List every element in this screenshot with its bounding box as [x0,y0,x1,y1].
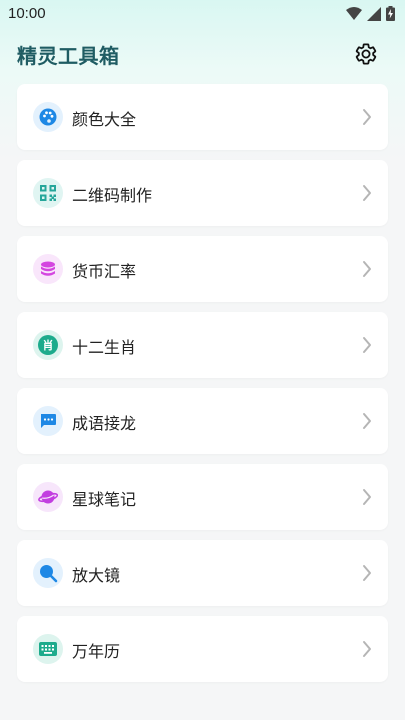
icon-bg [33,482,63,512]
tool-item-label: 放大镜 [72,566,121,585]
palette-icon [39,108,57,126]
icon-bg [33,634,63,664]
coin-stack-icon [41,261,55,276]
icon-bg [33,178,63,208]
chevron-right-icon [363,641,371,657]
magnifier-icon [40,565,58,583]
tool-item-magnifier[interactable]: 放大镜 [17,540,388,606]
status-bar: 10:00 [0,0,405,28]
page-title: 精灵工具箱 [17,44,120,68]
zodiac-icon: 肖 [38,335,58,355]
tool-item-label: 成语接龙 [72,414,137,433]
gear-icon [355,43,377,65]
tool-item-calendar[interactable]: 万年历 [17,616,388,682]
chat-bubble-icon [41,414,56,428]
chevron-right-icon [363,413,371,429]
tool-item-label: 星球笔记 [72,490,137,509]
icon-bg: 肖 [33,330,63,360]
tool-item-currency[interactable]: 货币汇率 [17,236,388,302]
status-icons [346,6,395,21]
tool-item-qrcode[interactable]: 二维码制作 [17,160,388,226]
chevron-right-icon [363,565,371,581]
planet-icon [38,490,58,504]
icon-bg [33,558,63,588]
bottom-edge [0,714,405,720]
tool-item-label: 二维码制作 [72,186,153,205]
icon-bg [33,102,63,132]
signal-icon [367,6,381,21]
chevron-right-icon [363,337,371,353]
tool-item-colors[interactable]: 颜色大全 [17,84,388,150]
keyboard-calendar-icon [39,642,57,656]
settings-button[interactable] [352,40,380,68]
tool-item-label: 颜色大全 [72,110,137,129]
wifi-icon [346,6,362,20]
icon-bg [33,254,63,284]
qr-code-icon [40,185,56,201]
status-time: 10:00 [8,5,46,22]
zodiac-glyph: 肖 [42,338,54,352]
tool-item-label: 货币汇率 [72,262,137,281]
chevron-right-icon [363,261,371,277]
tool-item-zodiac[interactable]: 肖 十二生肖 [17,312,388,378]
battery-charging-icon [386,6,395,21]
icon-bg [33,406,63,436]
app-header: 精灵工具箱 [0,28,405,80]
tool-item-planet[interactable]: 星球笔记 [17,464,388,530]
chevron-right-icon [363,109,371,125]
tool-item-label: 万年历 [72,642,121,661]
chevron-right-icon [363,489,371,505]
chevron-right-icon [363,185,371,201]
tool-item-label: 十二生肖 [72,338,137,357]
tool-item-idiom[interactable]: 成语接龙 [17,388,388,454]
